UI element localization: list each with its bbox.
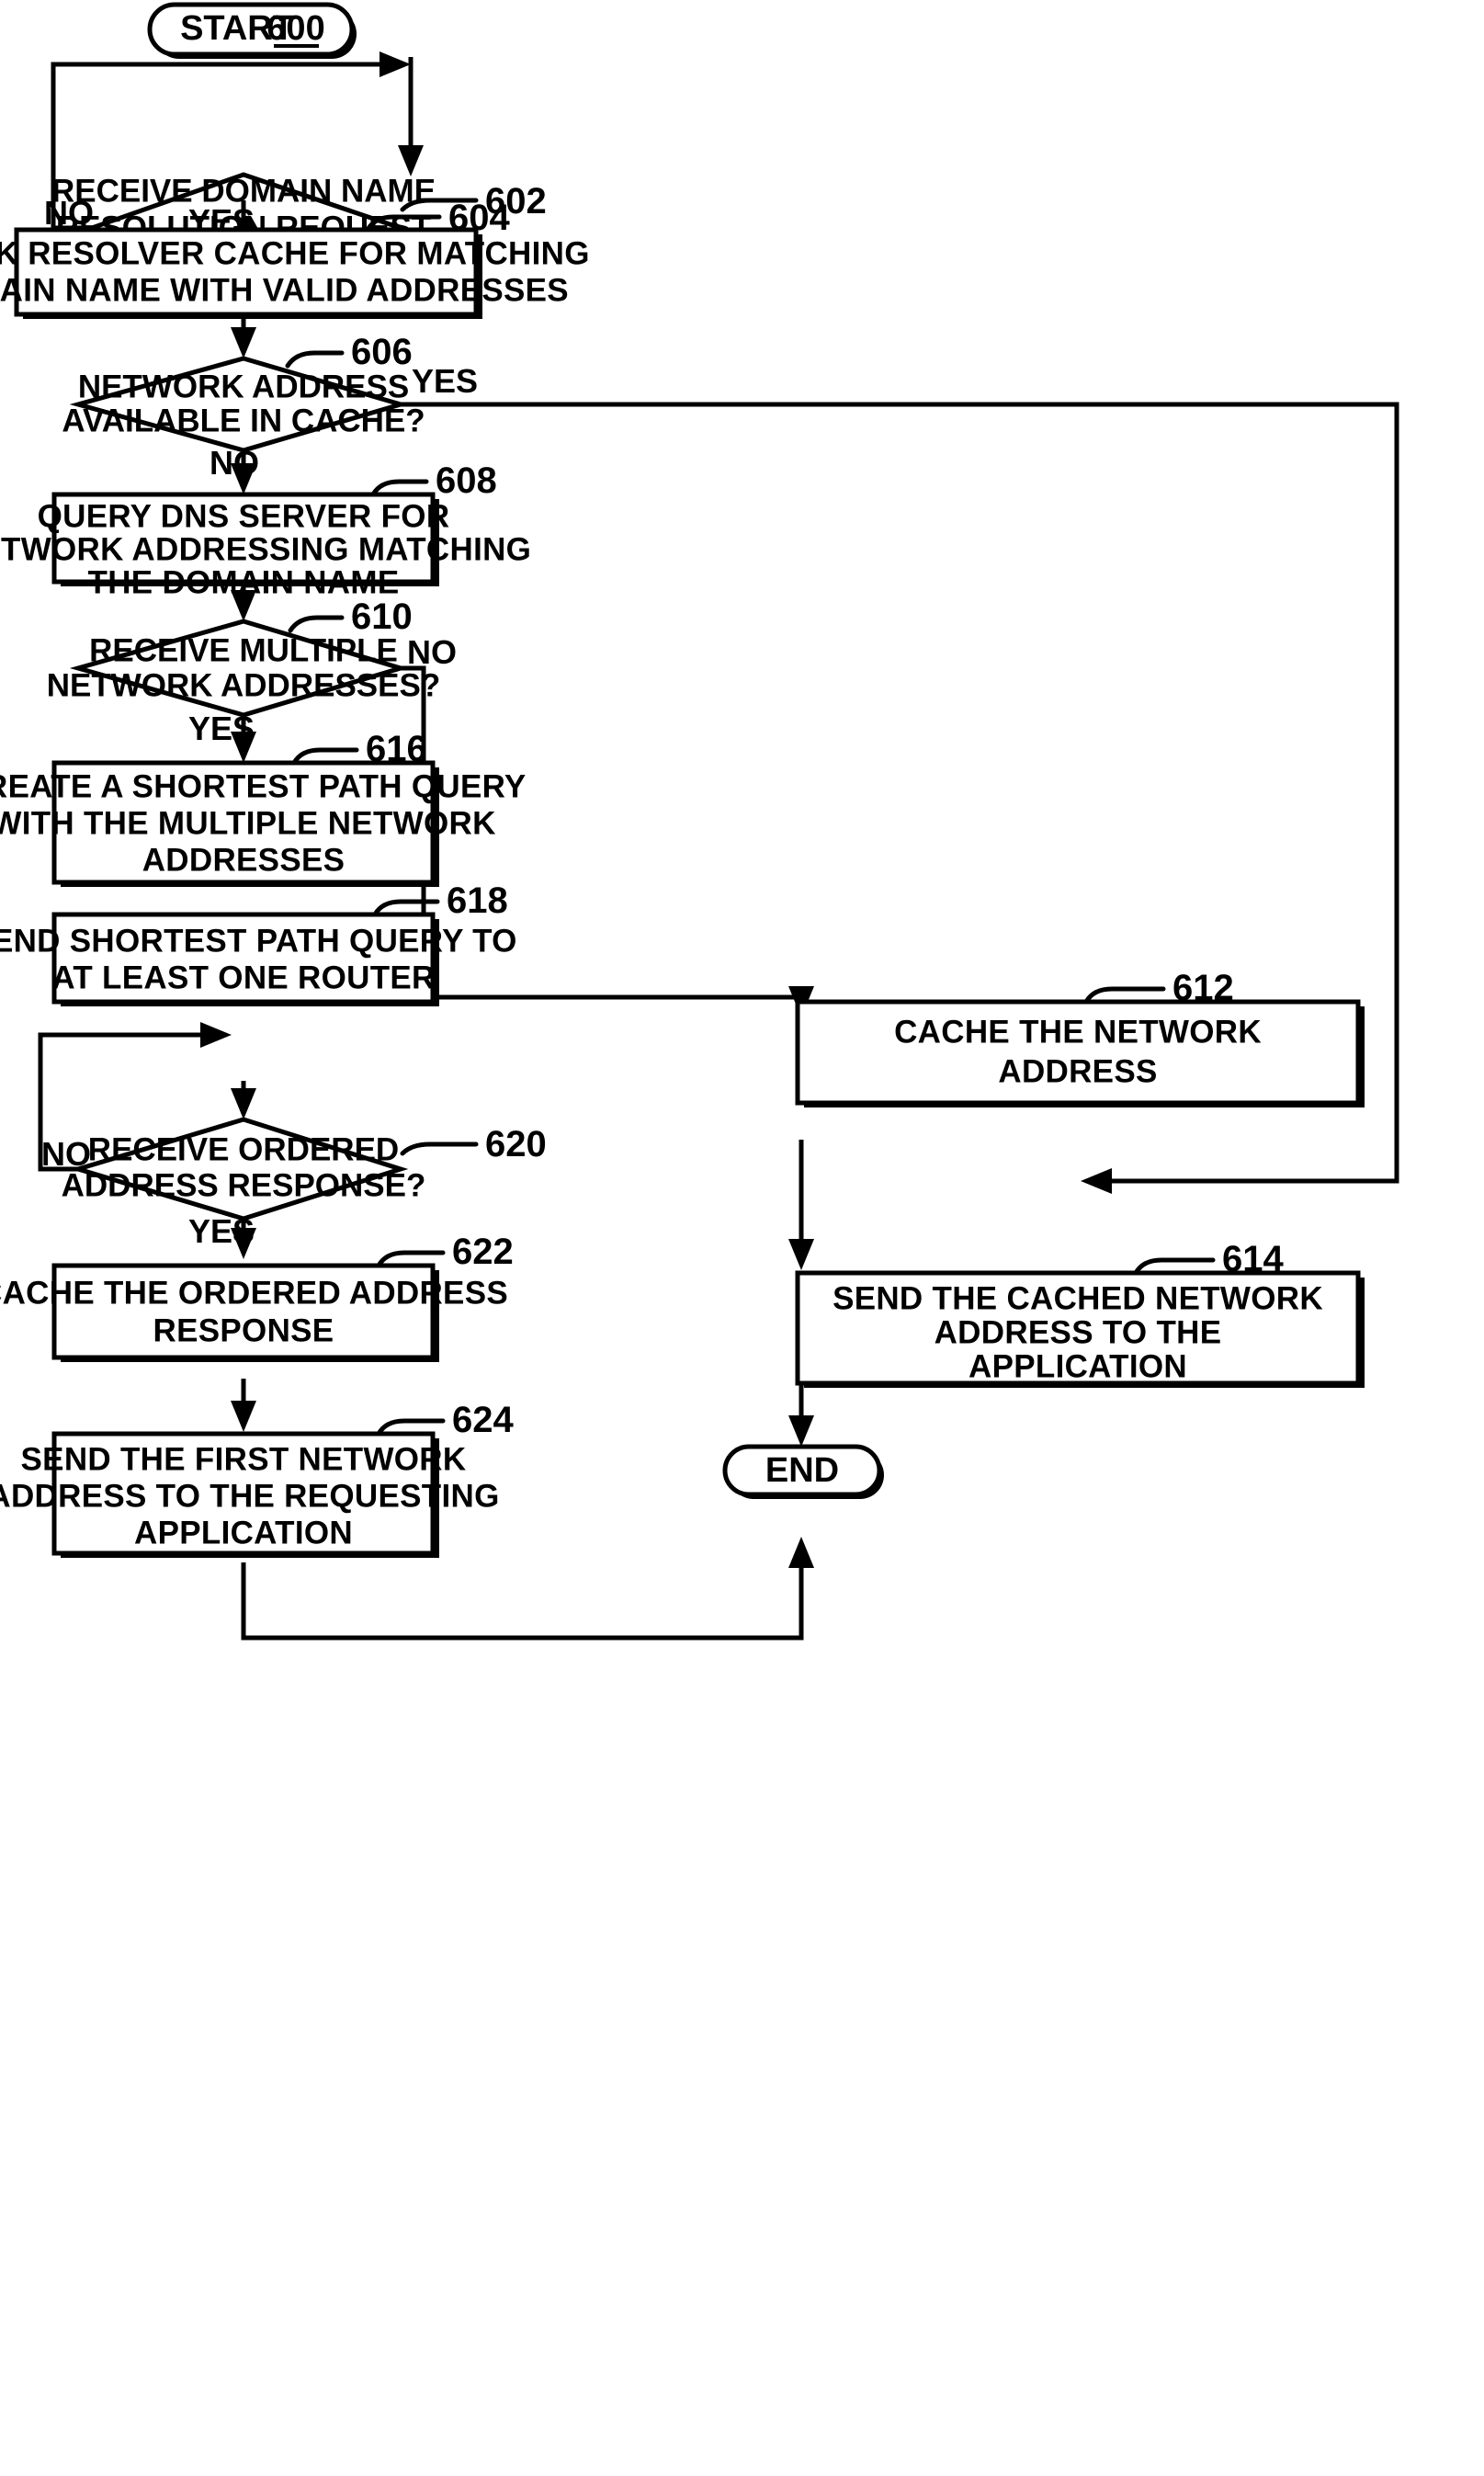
decision-606-line2: AVAILABLE IN CACHE? (62, 403, 425, 438)
end-label: END (765, 1451, 839, 1490)
flowchart-figure: START 600 RECEIVE DOMAIN NAME RESOLUTION… (0, 0, 1484, 2476)
decision-610-no-label: NO (407, 633, 457, 671)
node-process-622: CACHE THE ORDERED ADDRESS RESPONSE (0, 1263, 508, 1362)
ref-leader-620: 620 (400, 1124, 547, 1164)
ref-606: 606 (351, 332, 413, 372)
decision-620-no-label: NO (41, 1135, 91, 1173)
decision-610-line2: NETWORK ADDRESSES? (47, 667, 440, 703)
ref-624: 624 (452, 1400, 514, 1440)
edge-610-no-to-612 (401, 665, 814, 1017)
decision-610-line1: RECEIVE MULTIPLE (89, 632, 398, 668)
process-608-line3: THE DOMAIN NAME (88, 564, 400, 600)
process-622-line1: CACHE THE ORDERED ADDRESS (0, 1275, 508, 1311)
ref-leader-606: 606 (285, 332, 413, 372)
process-618-line1: SEND SHORTEST PATH QUERY TO (0, 923, 517, 959)
process-614-line3: APPLICATION (969, 1348, 1187, 1384)
process-604-line2: DOMAIN NAME WITH VALID ADDRESSES (0, 272, 569, 308)
process-614-line2: ADDRESS TO THE (935, 1314, 1222, 1350)
decision-620-line1: RECEIVE ORDERED (88, 1131, 399, 1167)
node-process-608: QUERY DNS SERVER FOR NETWORK ADDRESSING … (0, 492, 531, 600)
edge-614-to-end (788, 1379, 814, 1447)
process-612-line2: ADDRESS (998, 1053, 1157, 1089)
ref-612: 612 (1172, 968, 1234, 1008)
ref-610: 610 (351, 596, 413, 637)
start-ref: 600 (266, 9, 324, 48)
process-604-line1: CHECK RESOLVER CACHE FOR MATCHING (0, 235, 590, 271)
node-process-612: CACHE THE NETWORK ADDRESS (795, 999, 1365, 1107)
process-616-line3: ADDRESSES (142, 842, 346, 878)
process-624-line3: APPLICATION (134, 1515, 353, 1550)
ref-leader-610: 610 (288, 596, 413, 637)
ref-616: 616 (366, 729, 427, 769)
process-608-line2: NETWORK ADDRESSING MATCHING (0, 531, 531, 567)
node-decision-606: NETWORK ADDRESS AVAILABLE IN CACHE? YES … (62, 356, 478, 482)
process-618-line2: AT LEAST ONE ROUTER (51, 960, 435, 995)
process-624-line2: ADDRESS TO THE REQUESTING (0, 1478, 500, 1514)
ref-614: 614 (1222, 1239, 1284, 1279)
process-622-line2: RESPONSE (153, 1312, 334, 1348)
edge-612-to-614 (788, 1140, 814, 1270)
ref-618: 618 (447, 880, 508, 921)
ref-620: 620 (485, 1124, 547, 1164)
decision-606-no-label: NO (210, 444, 259, 482)
decision-606-yes-label: YES (412, 362, 478, 400)
node-process-616: CREATE A SHORTEST PATH QUERY WITH THE MU… (0, 760, 527, 887)
flowchart-canvas: START 600 RECEIVE DOMAIN NAME RESOLUTION… (0, 2, 1399, 1641)
node-process-604: CHECK RESOLVER CACHE FOR MATCHING DOMAIN… (0, 227, 590, 319)
process-616-line1: CREATE A SHORTEST PATH QUERY (0, 768, 527, 804)
process-612-line1: CACHE THE NETWORK (894, 1014, 1262, 1050)
edge-618-to-620 (231, 1081, 256, 1119)
decision-620-line2: ADDRESS RESPONSE? (62, 1167, 426, 1203)
ref-604: 604 (448, 198, 510, 238)
node-decision-620: RECEIVE ORDERED ADDRESS RESPONSE? NO YES (41, 1117, 426, 1250)
edge-start-to-602 (398, 57, 424, 176)
ref-622: 622 (452, 1232, 514, 1272)
node-process-618: SEND SHORTEST PATH QUERY TO AT LEAST ONE… (0, 912, 517, 1006)
process-614-line1: SEND THE CACHED NETWORK (833, 1280, 1323, 1316)
node-start: START 600 (147, 2, 357, 59)
node-process-624: SEND THE FIRST NETWORK ADDRESS TO THE RE… (0, 1431, 500, 1558)
decision-606-line1: NETWORK ADDRESS (78, 369, 409, 404)
process-608-line1: QUERY DNS SERVER FOR (38, 498, 450, 534)
process-624-line1: SEND THE FIRST NETWORK (21, 1441, 467, 1477)
edge-604-to-606 (231, 316, 256, 358)
edge-622-to-624 (231, 1379, 256, 1432)
node-process-614: SEND THE CACHED NETWORK ADDRESS TO THE A… (795, 1270, 1365, 1388)
process-616-line2: WITH THE MULTIPLE NETWORK (0, 805, 496, 841)
decision-602-no-label: NO (44, 194, 94, 232)
ref-608: 608 (436, 460, 497, 501)
node-end: END (722, 1444, 884, 1499)
